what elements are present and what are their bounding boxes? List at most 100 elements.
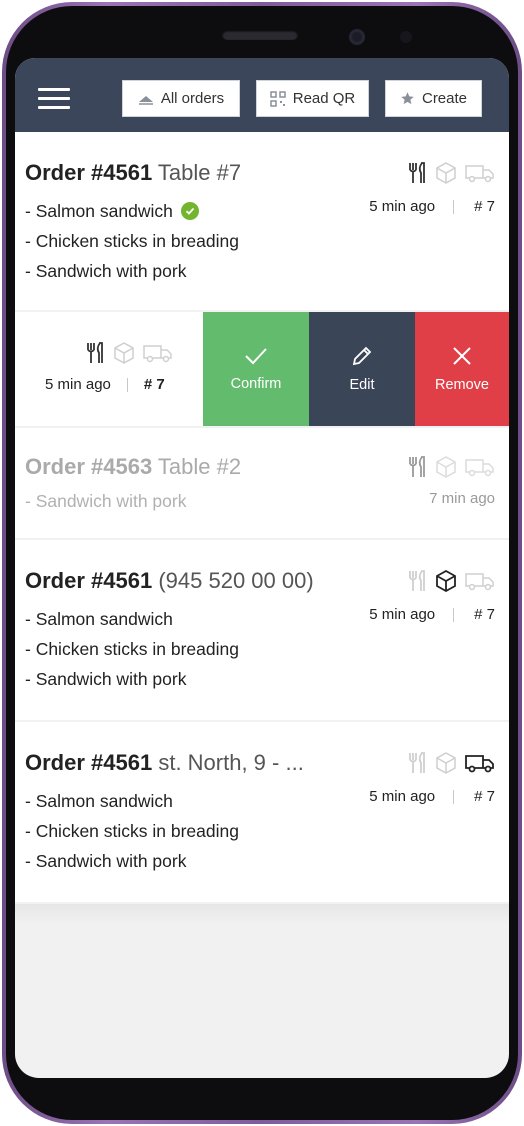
cutlery-icon: [409, 456, 425, 477]
order-item: - Chicken sticks in breading: [25, 816, 239, 846]
edit-label: Edit: [349, 377, 375, 393]
order-item: - Salmon sandwich: [25, 196, 239, 226]
package-icon: [436, 752, 456, 774]
order-mode-icons: [85, 342, 173, 364]
app-header: All orders Read QR Create: [15, 58, 509, 132]
cutlery-icon: [409, 162, 425, 183]
order-item-text: - Sandwich with pork: [25, 491, 187, 511]
order-item-text: - Chicken sticks in breading: [25, 231, 239, 251]
order-mode-icons: [407, 752, 495, 774]
order-item-text: - Chicken sticks in breading: [25, 639, 239, 659]
order-meta: 5 min ago # 7: [369, 606, 495, 623]
order-item-text: - Salmon sandwich: [25, 791, 173, 811]
phone-speaker: [222, 30, 298, 40]
order-number: Order #4563: [25, 454, 153, 479]
order-card[interactable]: Order #4561 (945 520 00 00) - Salmon san…: [15, 540, 509, 720]
order-time: 7 min ago: [429, 490, 495, 507]
order-item: - Salmon sandwich: [25, 604, 239, 634]
list-end-shadow: [15, 904, 509, 924]
all-orders-label: All orders: [160, 90, 225, 107]
order-card-swiped[interactable]: 5 min ago # 7 Confirm Edit Remove: [15, 312, 509, 426]
close-icon: [453, 347, 471, 365]
order-mode-icons: [407, 162, 495, 184]
remove-button[interactable]: Remove: [415, 312, 509, 426]
confirm-button[interactable]: Confirm: [203, 312, 309, 426]
order-detail: (945 520 00 00): [158, 568, 314, 593]
order-meta: 5 min ago # 7: [369, 788, 495, 805]
order-item: - Sandwich with pork: [25, 664, 239, 694]
phone-mockup: All orders Read QR Create Order #4561 Ta…: [0, 0, 524, 1126]
package-icon: [436, 456, 456, 478]
order-detail: Table #2: [157, 454, 242, 479]
order-item-text: - Chicken sticks in breading: [25, 821, 239, 841]
star-icon: [401, 92, 414, 105]
order-item: - Sandwich with pork: [25, 846, 239, 876]
order-number: Order #4561: [25, 568, 153, 593]
order-items: - Salmon sandwich - Chicken sticks in br…: [25, 786, 239, 876]
phone-camera: [349, 29, 365, 45]
order-number: Order #4561: [25, 750, 153, 775]
order-title: Order #4561 (945 520 00 00): [25, 568, 314, 594]
stack-icon: [138, 95, 153, 105]
order-title: Order #4563 Table #2: [25, 454, 241, 480]
order-items: - Salmon sandwich - Chicken sticks in br…: [25, 604, 239, 694]
package-icon: [436, 162, 456, 184]
order-item-text: - Salmon sandwich: [25, 201, 173, 221]
cutlery-icon: [87, 342, 103, 363]
order-item-text: - Sandwich with pork: [25, 261, 187, 281]
order-table: # 7: [143, 376, 165, 393]
order-item: - Salmon sandwich: [25, 786, 239, 816]
order-time: 5 min ago: [369, 198, 436, 215]
read-qr-button[interactable]: Read QR: [256, 80, 369, 117]
package-icon: [436, 570, 456, 592]
phone-sensor: [400, 31, 412, 43]
order-item-text: - Sandwich with pork: [25, 851, 187, 871]
order-time: 5 min ago: [369, 606, 436, 623]
meta-divider: [453, 789, 455, 804]
order-item: - Sandwich with pork: [25, 256, 239, 286]
cutlery-icon: [409, 752, 425, 773]
order-item: - Chicken sticks in breading: [25, 634, 239, 664]
remove-label: Remove: [435, 377, 489, 393]
truck-icon: [465, 459, 494, 477]
order-mode-icons: [407, 570, 495, 592]
order-card[interactable]: Order #4561 Table #7 - Salmon sandwich -…: [15, 132, 509, 310]
truck-icon: [143, 345, 172, 363]
done-badge-icon: [180, 202, 199, 220]
edit-button[interactable]: Edit: [309, 312, 415, 426]
read-qr-label: Read QR: [292, 90, 356, 107]
pencil-icon: [352, 346, 372, 366]
order-detail: Table #7: [157, 160, 242, 185]
order-items: - Salmon sandwich - Chicken sticks in br…: [25, 196, 239, 286]
truck-icon: [465, 573, 494, 591]
qr-icon: [269, 90, 286, 107]
order-meta: 5 min ago # 7: [369, 198, 495, 215]
order-table: # 7: [474, 606, 495, 623]
cutlery-icon: [409, 570, 425, 591]
all-orders-button[interactable]: All orders: [122, 80, 240, 117]
order-detail: st. North, 9 - ...: [158, 750, 304, 775]
create-button[interactable]: Create: [385, 80, 482, 117]
order-item: - Chicken sticks in breading: [25, 226, 239, 256]
order-number: Order #4561: [25, 160, 153, 185]
order-card[interactable]: Order #4561 st. North, 9 - ... - Salmon …: [15, 722, 509, 902]
truck-icon: [465, 165, 494, 183]
confirm-label: Confirm: [230, 376, 282, 392]
meta-divider: [126, 377, 128, 392]
create-label: Create: [421, 90, 468, 107]
order-meta: 5 min ago # 7: [45, 376, 165, 393]
order-table: # 7: [474, 788, 495, 805]
order-time: 5 min ago: [369, 788, 436, 805]
meta-divider: [453, 607, 455, 622]
meta-divider: [453, 199, 455, 214]
order-card[interactable]: Order #4563 Table #2 - Sandwich with por…: [15, 428, 509, 538]
order-items: - Sandwich with pork: [25, 486, 186, 516]
order-item: - Sandwich with pork: [25, 486, 186, 516]
order-title: Order #4561 st. North, 9 - ...: [25, 750, 304, 776]
order-item-text: - Sandwich with pork: [25, 669, 187, 689]
hamburger-icon[interactable]: [38, 88, 72, 112]
order-table: # 7: [474, 198, 495, 215]
check-icon: [245, 348, 267, 365]
order-mode-icons: [407, 456, 495, 478]
order-time: 5 min ago: [45, 376, 111, 393]
